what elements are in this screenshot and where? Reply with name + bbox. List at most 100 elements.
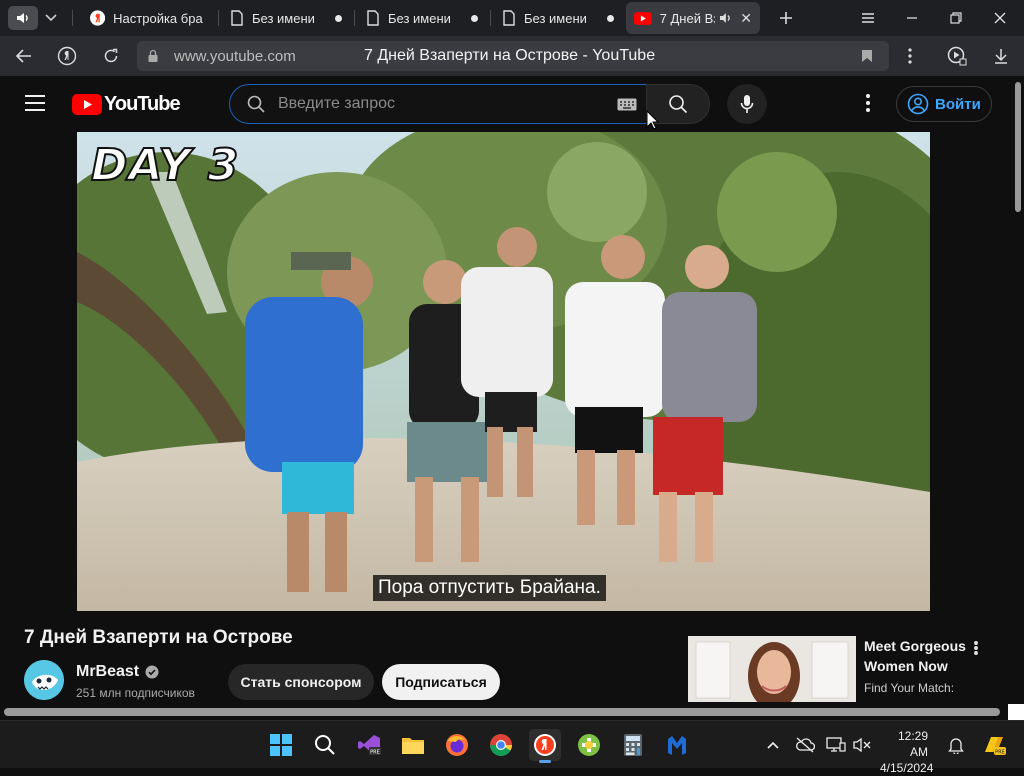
scrollbar-thumb[interactable]: [4, 708, 1000, 716]
vertical-scrollbar[interactable]: [1012, 76, 1024, 706]
bookmark-icon[interactable]: [861, 49, 873, 63]
ad-menu-button[interactable]: [968, 638, 984, 658]
taskbar-yandex-browser[interactable]: [529, 729, 561, 763]
subscriber-count: 251 млн подписчиков: [76, 686, 195, 700]
malwarebytes-icon: [668, 736, 686, 755]
taskbar-chrome[interactable]: [485, 729, 517, 761]
hamburger-icon: [25, 95, 45, 111]
account-circle-icon: [907, 93, 929, 115]
youtube-logo[interactable]: YouTube: [72, 93, 181, 116]
copilot-icon: PRE: [985, 737, 1006, 756]
yandex-home-button[interactable]: [54, 44, 80, 68]
document-icon: [503, 10, 515, 26]
download-icon: [995, 49, 1007, 64]
tab-label: Без имени: [252, 10, 315, 26]
folder-icon: [402, 738, 424, 754]
video-overlay-day-label: DAY 3: [90, 139, 240, 192]
play-circle-icon: [947, 46, 967, 66]
close-window-button[interactable]: [986, 6, 1014, 30]
taskbar-firefox[interactable]: [441, 729, 473, 761]
audio-playing-button[interactable]: [8, 6, 38, 30]
browser-menu-button[interactable]: [854, 6, 882, 30]
start-button[interactable]: [265, 729, 297, 761]
youtube-logo-text: YouTube: [104, 93, 181, 115]
ad-subtitle: Find Your Match:: [864, 681, 955, 695]
tab-youtube-active[interactable]: 7 Дней Вз ✕: [626, 2, 760, 34]
close-tab-icon[interactable]: ✕: [740, 10, 752, 27]
channel-name[interactable]: MrBeast: [76, 663, 159, 681]
subscribe-button[interactable]: Подписаться: [382, 664, 500, 700]
mrbeast-logo-icon: [24, 660, 64, 700]
more-options-button[interactable]: [897, 44, 923, 68]
keyboard-icon[interactable]: [617, 98, 637, 111]
search-icon: [669, 95, 688, 114]
unsaved-dot-icon: [335, 14, 342, 22]
downloads-button[interactable]: [988, 44, 1014, 68]
taskbar-search-button[interactable]: [309, 729, 341, 761]
document-icon: [231, 10, 243, 26]
voice-search-button[interactable]: [727, 84, 767, 124]
taskbar-app-green[interactable]: [573, 729, 605, 761]
ad-image: [688, 636, 856, 702]
tray-volume-muted[interactable]: [852, 735, 872, 755]
ad-thumbnail[interactable]: [688, 636, 856, 702]
scrollbar-corner: [1008, 704, 1024, 720]
taskbar-clock[interactable]: 12:29 AM 4/15/2024: [880, 728, 934, 776]
show-hidden-icons-button[interactable]: [763, 735, 783, 755]
hamburger-icon: [862, 13, 874, 23]
reload-button[interactable]: [98, 44, 124, 68]
sign-in-button[interactable]: Войти: [896, 86, 992, 122]
tabs-dropdown-button[interactable]: [40, 8, 62, 28]
tab-separator: [490, 10, 491, 26]
tab-audio-icon[interactable]: [719, 12, 733, 24]
channel-avatar[interactable]: [24, 660, 64, 700]
minimize-button[interactable]: [898, 6, 926, 30]
search-box[interactable]: [229, 84, 647, 124]
guide-menu-button[interactable]: [24, 94, 48, 114]
tab-label: Настройка бра: [113, 10, 203, 26]
cloud-off-icon: [796, 737, 815, 753]
yandex-icon: [90, 10, 106, 26]
join-sponsor-button[interactable]: Стать спонсором: [228, 664, 374, 700]
tray-network[interactable]: [826, 735, 846, 755]
restore-button[interactable]: [942, 6, 970, 30]
tab-separator: [354, 10, 355, 26]
clock-date: 4/15/2024: [880, 761, 934, 775]
tray-cloud-offline[interactable]: [795, 735, 815, 755]
tab-label: 7 Дней Вз: [659, 10, 715, 26]
back-button[interactable]: [11, 44, 37, 68]
page-title-text: 7 Дней Взаперти на Острове - YouTube: [364, 47, 656, 64]
close-icon: [994, 12, 1006, 24]
new-tab-button[interactable]: [772, 6, 800, 30]
video-player[interactable]: DAY 3 Пора отпустить Брайана.: [77, 132, 930, 611]
taskbar-file-explorer[interactable]: [397, 729, 429, 761]
yandex-browser-icon: [534, 734, 556, 756]
chevron-down-icon: [45, 14, 57, 22]
firefox-icon: [446, 734, 468, 756]
tab-untitled-2[interactable]: Без имени: [358, 2, 486, 34]
horizontal-scrollbar[interactable]: [0, 704, 1024, 720]
taskbar-malwarebytes[interactable]: [661, 729, 693, 761]
taskbar-calculator[interactable]: [617, 729, 649, 761]
youtube-play-icon: [72, 94, 102, 115]
taskbar-visual-studio[interactable]: PRE: [353, 729, 385, 761]
minimize-icon: [907, 17, 917, 19]
green-plus-app-icon: [578, 734, 600, 756]
search-input[interactable]: [278, 94, 608, 114]
tab-untitled-1[interactable]: Без имени: [222, 2, 350, 34]
notifications-button[interactable]: [946, 735, 966, 755]
address-bar[interactable]: www.youtube.com 7 Дней Взаперти на Остро…: [137, 41, 889, 71]
copilot-button[interactable]: PRE: [981, 735, 1007, 756]
youtube-header: YouTube Войти: [0, 76, 1024, 132]
tab-untitled-3[interactable]: Без имени: [494, 2, 622, 34]
browser-toolbar: www.youtube.com 7 Дней Взаперти на Остро…: [0, 36, 1024, 76]
windows-taskbar: PRE 12:29 AM 4/15/2024 PRE: [0, 720, 1024, 775]
settings-menu-button[interactable]: [860, 94, 876, 114]
ad-title[interactable]: Meet Gorgeous Women Now: [864, 636, 974, 676]
youtube-icon: [634, 11, 652, 25]
tab-yandex-settings[interactable]: Настройка бра: [82, 2, 214, 34]
microphone-icon: [740, 95, 754, 113]
scrollbar-thumb[interactable]: [1015, 82, 1021, 212]
svg-text:PRE: PRE: [995, 750, 1005, 756]
video-popout-button[interactable]: [944, 44, 970, 68]
